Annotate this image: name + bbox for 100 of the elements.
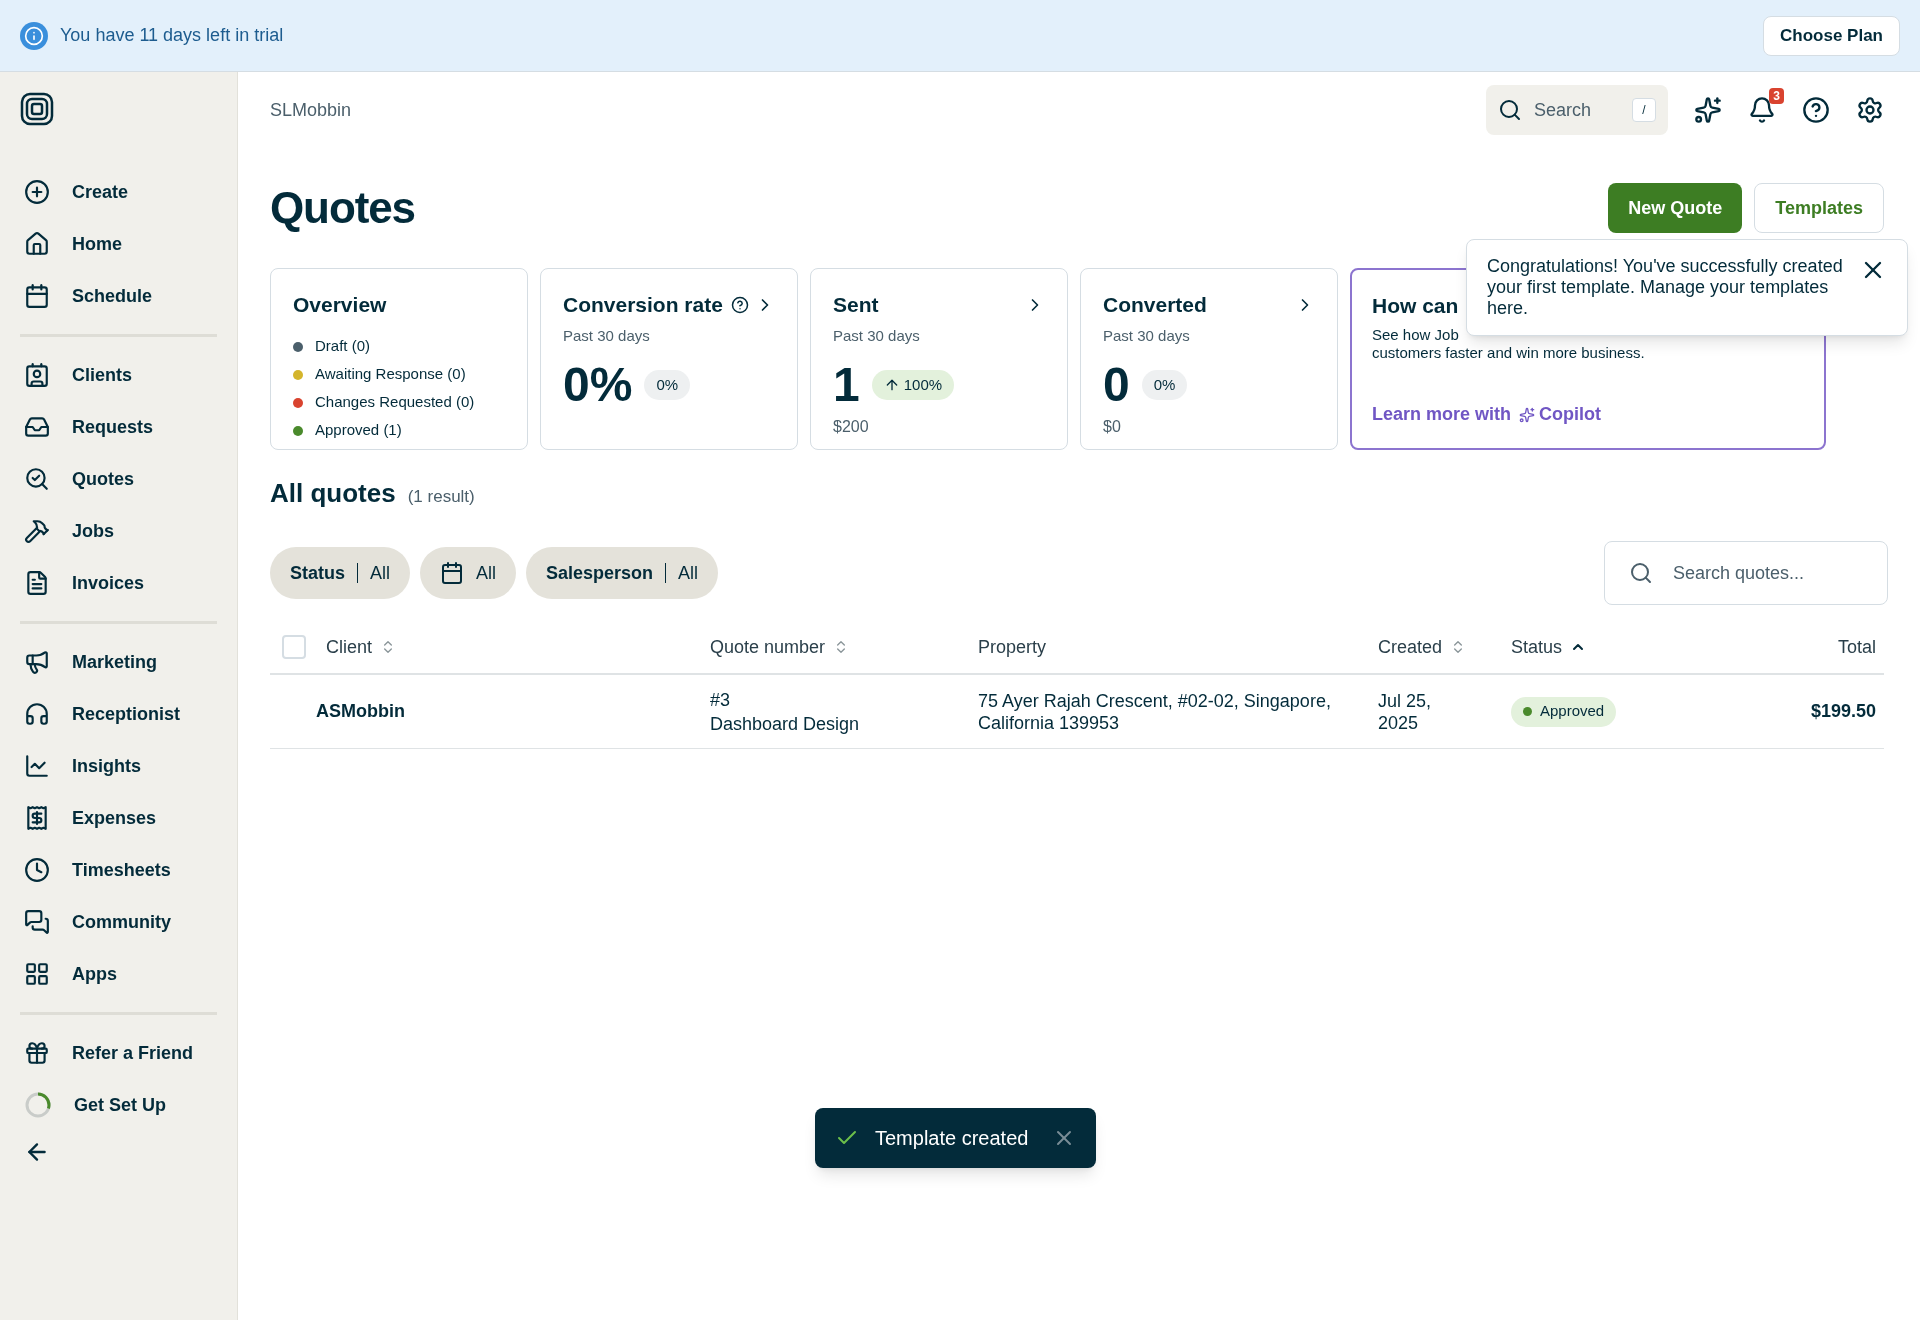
sparkles-icon <box>1519 406 1536 423</box>
info-icon <box>20 21 48 50</box>
calendar-icon <box>24 283 50 309</box>
filter-chip[interactable]: Salesperson All <box>526 547 719 599</box>
sidebar-item[interactable]: Expenses <box>20 792 217 844</box>
stat-value: 1 <box>833 361 860 409</box>
card-text: customers faster and win more business. <box>1372 343 1646 362</box>
stat-card[interactable]: Sent Past 30 days 1 100% $200 <box>810 268 1068 450</box>
search-field[interactable]: Search / <box>1486 85 1668 135</box>
calendar-icon <box>440 561 465 585</box>
column-header[interactable]: Created <box>1378 633 1443 661</box>
sidebar-item[interactable]: Insights <box>20 740 217 792</box>
chart-icon <box>24 753 50 779</box>
sidebar-item[interactable]: Refer a Friend <box>20 1027 217 1079</box>
copilot-link[interactable]: Learn more with Copilot <box>1372 401 1804 428</box>
help-icon[interactable] <box>1802 96 1830 124</box>
sidebar-item[interactable]: Invoices <box>20 557 217 609</box>
status-label: Awaiting Response (0) <box>315 364 466 385</box>
status-label: Changes Requested (0) <box>315 392 475 413</box>
sidebar-item[interactable]: Receptionist <box>20 688 217 740</box>
client-cell-text: ASMobbin <box>315 700 406 723</box>
settings-icon[interactable] <box>1856 96 1884 124</box>
toast-message: Template created <box>875 1126 1029 1151</box>
templates-button[interactable]: Templates <box>1754 183 1884 233</box>
progress-ring-icon <box>24 1091 52 1119</box>
status-label: Approved (1) <box>315 420 402 441</box>
total-cell-text: $199.50 <box>1809 700 1877 723</box>
sidebar-item[interactable]: Apps <box>20 948 217 1000</box>
help-icon[interactable] <box>730 295 749 314</box>
card-title: Converted <box>1103 292 1207 318</box>
trial-message: You have 11 days left in trial <box>60 24 284 47</box>
sidebar-item[interactable]: Marketing <box>20 636 217 688</box>
chat-bubbles-icon <box>24 909 50 935</box>
change-badge: 100% <box>871 370 955 400</box>
hammer-icon <box>24 518 50 544</box>
card-subtitle: Past 30 days <box>1103 325 1191 346</box>
choose-plan-button[interactable]: Choose Plan <box>1763 15 1900 56</box>
sparkles-icon[interactable] <box>1694 96 1722 124</box>
card-text: See how Job <box>1372 325 1460 344</box>
date-filter[interactable]: All <box>420 547 517 599</box>
sidebar-item[interactable]: Timesheets <box>20 844 217 896</box>
search-quotes-field[interactable]: Search quotes... <box>1604 541 1888 605</box>
card-title: Sent <box>833 292 879 318</box>
sidebar-item[interactable]: Get Set Up <box>20 1079 217 1131</box>
column-header[interactable]: Status <box>1511 633 1563 661</box>
sidebar-item[interactable]: Schedule <box>20 270 217 322</box>
card-subtitle: Past 30 days <box>833 325 921 346</box>
card-title: How can <box>1372 293 1459 319</box>
column-header[interactable]: Client <box>326 633 373 661</box>
popover-message: Congratulations! You've successfully created your first template. Manage your templates here. <box>1487 256 1843 319</box>
inbox-icon <box>24 414 50 440</box>
notification-badge: 3 <box>1769 88 1784 104</box>
stat-value: 0% <box>563 361 633 409</box>
column-header[interactable]: Property <box>978 633 1047 661</box>
sidebar-item[interactable]: Home <box>20 218 217 270</box>
page-title: Quotes <box>270 182 415 234</box>
section-title: All quotes <box>270 477 396 510</box>
change-badge: 0% <box>1141 370 1188 400</box>
property-cell-text: 75 Ayer Rajah Crescent, #02-02, Singapore, California 139953 <box>978 689 1332 734</box>
contact-card-icon <box>24 362 50 388</box>
created-cell-text: Jul 25, 2025 <box>1378 689 1433 734</box>
card-subtitle: Past 30 days <box>563 325 651 346</box>
stat-amount: $0 <box>1103 417 1122 437</box>
sidebar-item[interactable]: Create <box>20 166 217 218</box>
new-quote-button[interactable]: New Quote <box>1608 183 1743 233</box>
column-header[interactable]: Total <box>1837 633 1876 661</box>
sidebar-item[interactable]: Clients <box>20 349 217 401</box>
status-label: Draft (0) <box>315 336 370 357</box>
result-count: (1 result) <box>407 486 475 508</box>
card-title: Overview <box>293 292 388 318</box>
document-icon <box>24 570 50 596</box>
card-title: Conversion rate <box>563 292 723 318</box>
house-icon <box>24 231 50 257</box>
logo-icon[interactable] <box>20 92 54 126</box>
gift-icon <box>24 1040 50 1066</box>
search-icon <box>1498 98 1522 122</box>
stat-amount: $200 <box>833 417 870 437</box>
search-quotes-input[interactable]: Search quotes... <box>1673 559 1853 587</box>
search-input[interactable]: Search <box>1534 96 1620 124</box>
sidebar-item[interactable]: Jobs <box>20 505 217 557</box>
stat-card[interactable]: Conversion rate Past 30 days 0% 0% <box>540 268 798 450</box>
grid-icon <box>24 961 50 987</box>
magnifier-check-icon <box>24 466 50 492</box>
filter-chip[interactable]: Status All <box>270 547 411 599</box>
clock-icon <box>24 857 50 883</box>
sidebar-item[interactable]: Quotes <box>20 453 217 505</box>
search-icon <box>1629 561 1653 585</box>
account-name[interactable]: SLMobbin <box>270 96 352 124</box>
table-row[interactable]: ASMobbin #3 Dashboard Design 75 Ayer Rajah Crescent, #02-02, Singapore, California 139953 Jul 25, 2025 Approved $199.50 <box>270 675 1884 749</box>
receipt-icon <box>24 805 50 831</box>
change-badge: 0% <box>644 370 691 400</box>
quote-title: Dashboard Design <box>710 712 861 736</box>
stat-card[interactable]: Converted Past 30 days 0 0% $0 <box>1080 268 1338 450</box>
quote-number: #3 <box>710 688 732 712</box>
select-all-checkbox[interactable] <box>282 635 306 659</box>
status-badge: Approved <box>1511 696 1617 727</box>
plus-circle-icon <box>24 179 50 205</box>
sidebar-item[interactable]: Community <box>20 896 217 948</box>
sidebar-item[interactable]: Requests <box>20 401 217 453</box>
column-header[interactable]: Quote number <box>710 633 826 661</box>
